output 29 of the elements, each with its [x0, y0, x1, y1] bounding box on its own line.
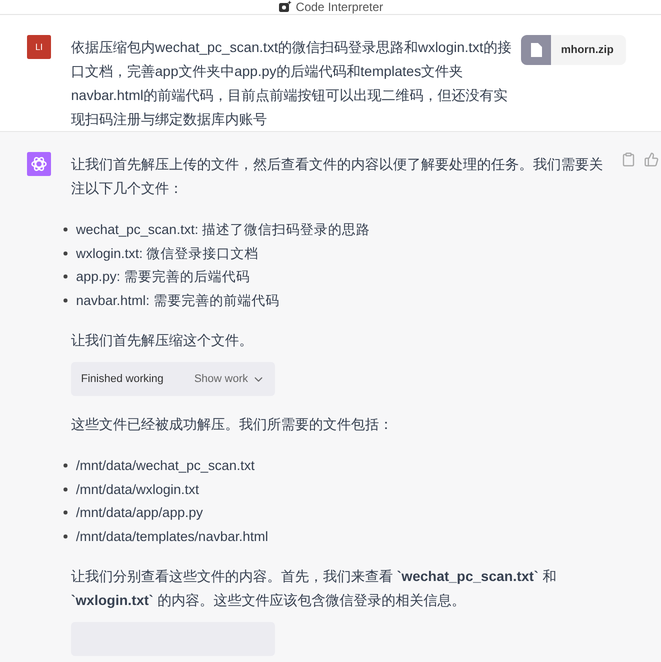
list-item: /mnt/data/wxlogin.txt [76, 480, 200, 499]
list-item: /mnt/data/wechat_pc_scan.txt [76, 457, 255, 475]
bullet-icon [63, 463, 68, 468]
bullet-icon [63, 486, 68, 492]
list-item: app.py: 需要完善的后端代码 [76, 268, 250, 286]
list-item: navbar.html: 需要完善的前端代码 [76, 292, 280, 310]
show-work-button[interactable]: Show work [194, 372, 265, 386]
assistant-paragraph: 让我们首先解压缩这个文件。 [71, 331, 254, 350]
user-avatar: LI [27, 35, 51, 59]
thumbs-up-icon[interactable] [644, 152, 659, 167]
list-item: wxlogin.txt: 微信登录接口文档 [76, 244, 259, 263]
bullet-icon [63, 534, 68, 539]
assistant-paragraph: 让我们首先解压上传的文件，然后查看文件的内容以便了解要处理的任务。我们需要关注以下几个文件： [71, 155, 604, 198]
assistant-paragraph: 这些文件已经被成功解压。我们所需要的文件包括： [71, 415, 394, 434]
assistant-paragraph: 让我们分别查看这些文件的内容。首先，我们来查看 `wechat_pc_scan.txt` 和 `wxlogin.txt` 的内容。这些文件应该包含微信登录的相关信息。 [71, 567, 558, 610]
bullet-icon [63, 250, 68, 256]
bullet-icon [63, 510, 68, 516]
copy-icon[interactable] [621, 152, 636, 167]
attachment-chip[interactable]: mhorn.zip [521, 35, 626, 65]
list-item: /mnt/data/templates/navbar.html [76, 528, 268, 546]
file-icon [521, 35, 551, 65]
user-message: 依据压缩包内wechat_pc_scan.txt的微信扫码登录思路和wxlogin.txt的接口文档，完善app文件夹中app.py的后端代码和templates文件夹navbar.html的前端代码，目前点前端按钮可以出现二维码，但还没有实现扫码注册与绑定数据库内账号 [71, 38, 512, 129]
list-item: /mnt/data/app/app.py [76, 504, 203, 522]
window-title: Code Interpreter [296, 0, 384, 14]
bullet-icon [63, 227, 68, 232]
bullet-icon [63, 274, 68, 280]
work-status: Finished working [81, 373, 164, 385]
list-item: wechat_pc_scan.txt: 描述了微信扫码登录的思路 [76, 221, 370, 239]
bullet-icon [63, 298, 68, 303]
